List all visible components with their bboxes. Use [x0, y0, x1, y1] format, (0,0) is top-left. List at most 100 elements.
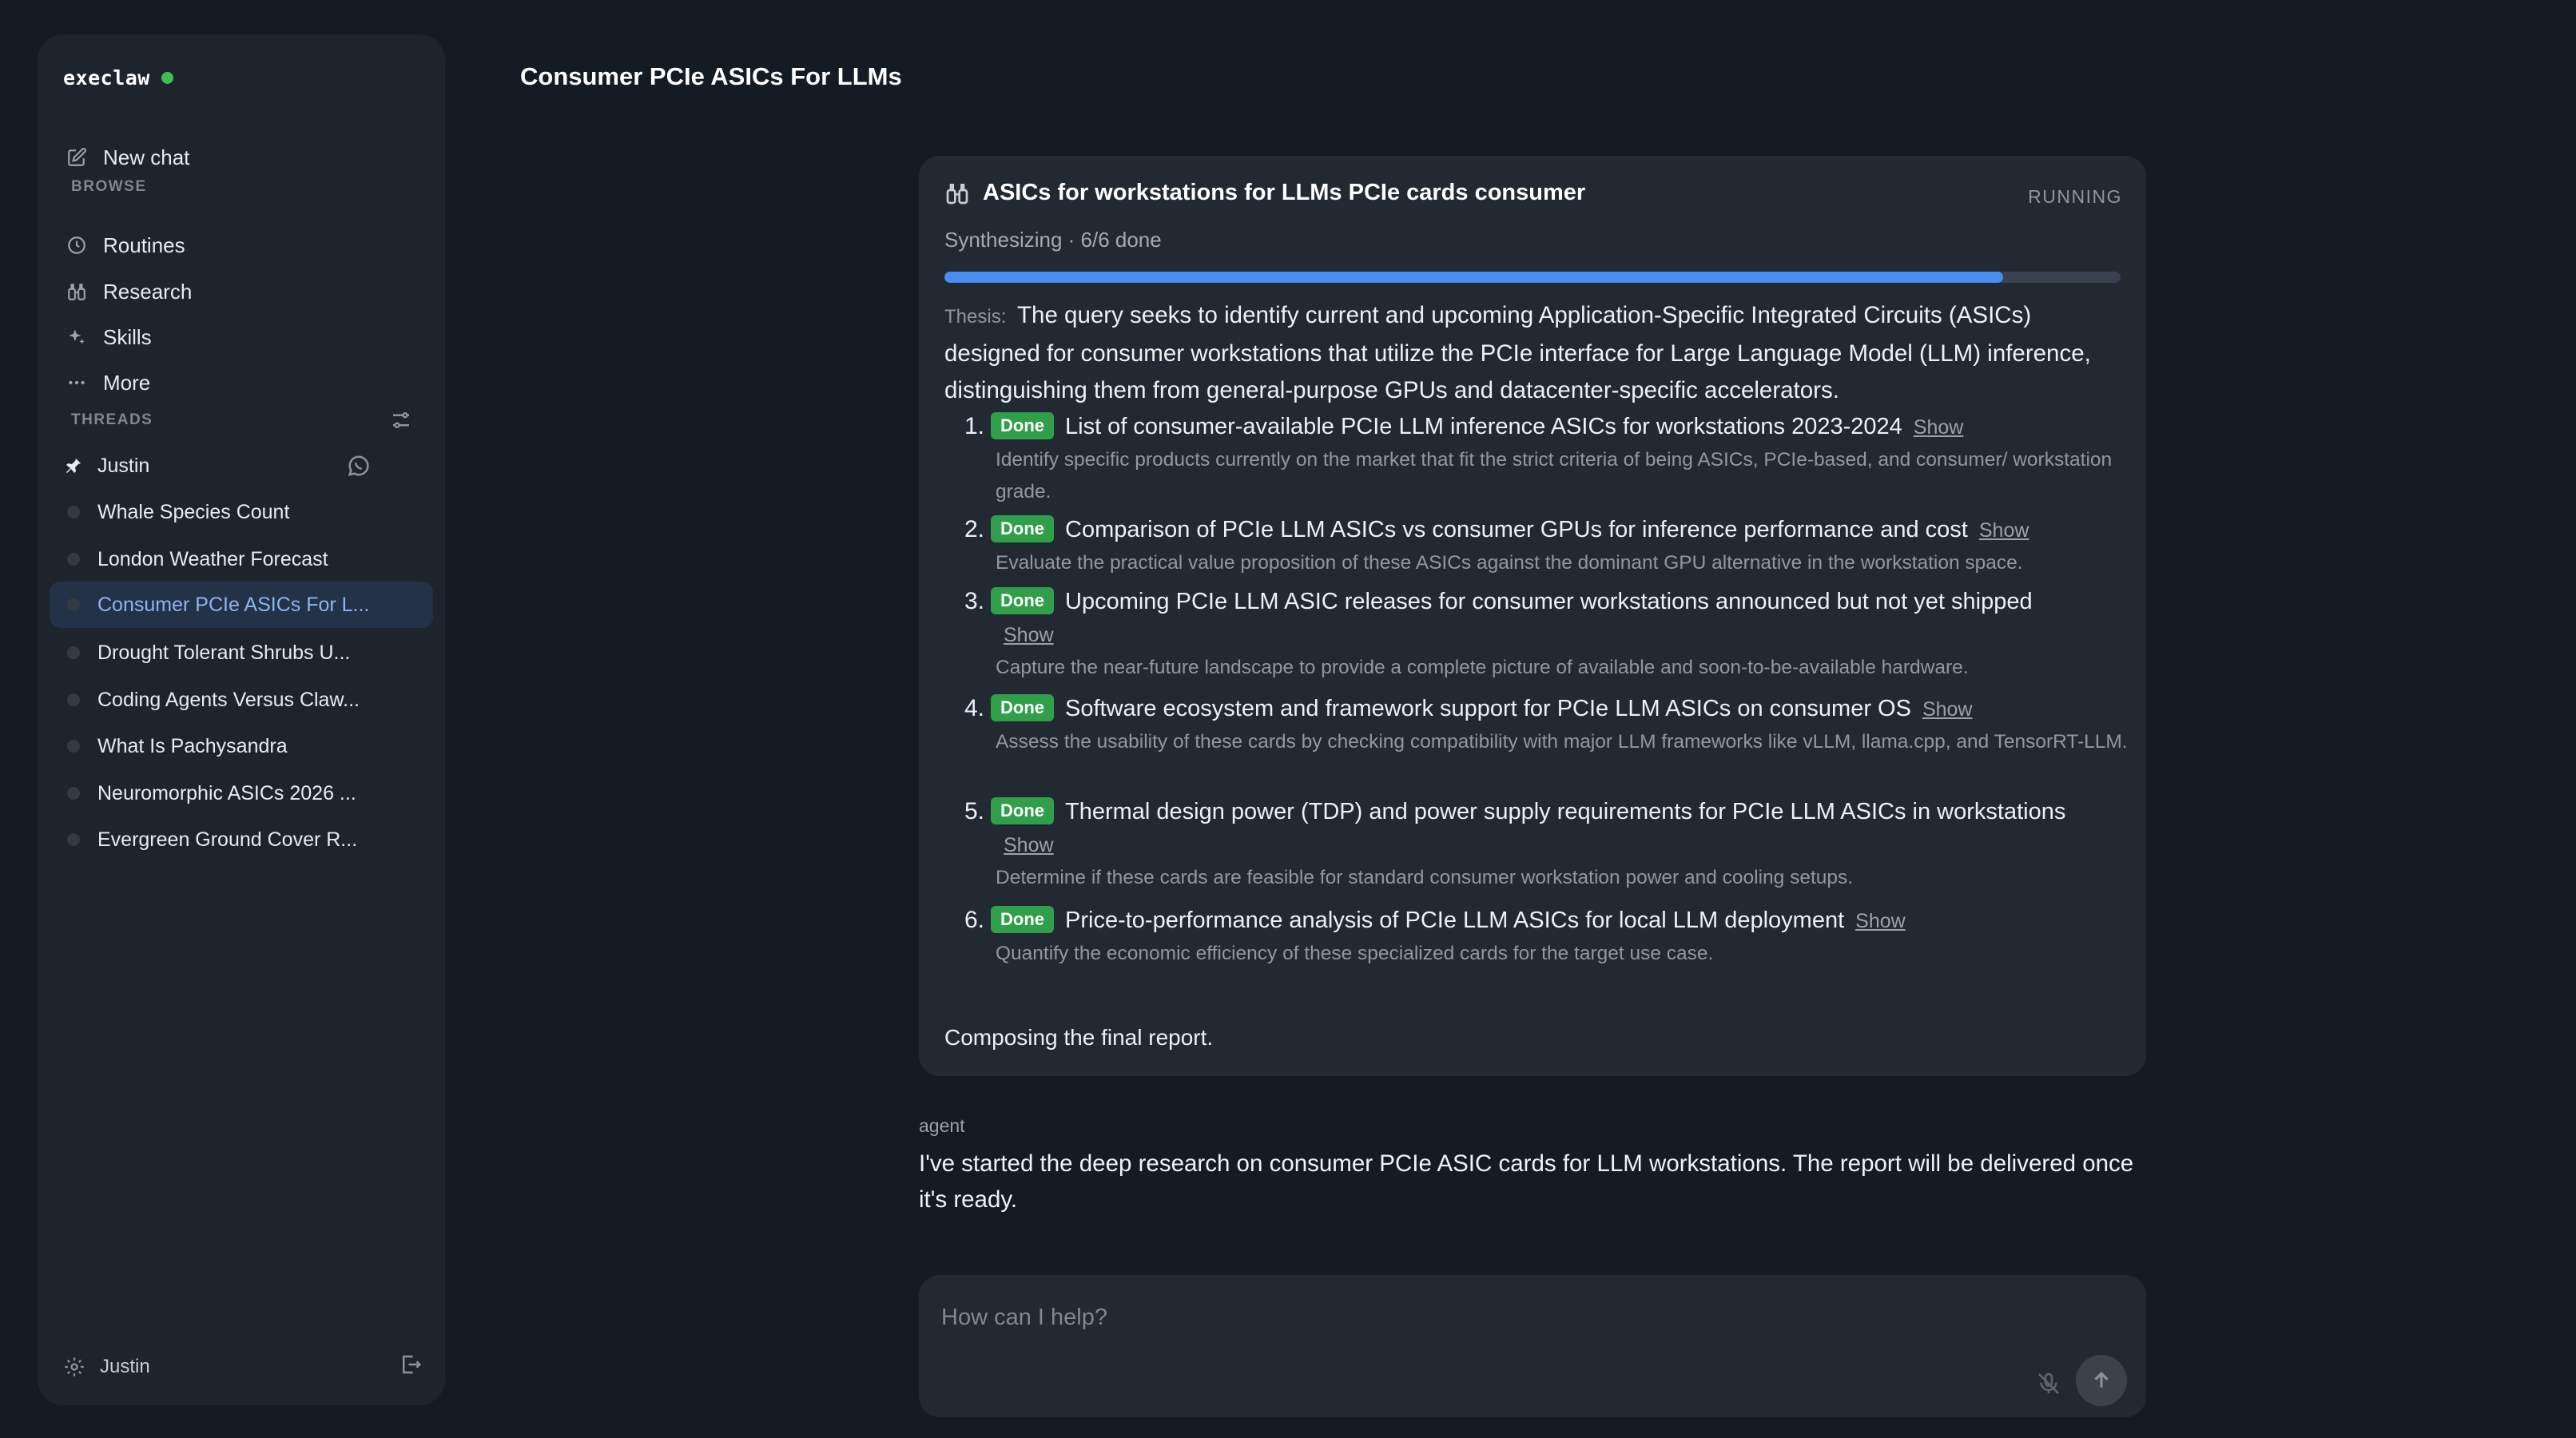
message-input[interactable] [941, 1299, 1980, 1336]
show-button[interactable]: Show [1855, 910, 1906, 932]
nav-item-research[interactable]: Research [65, 274, 192, 309]
nav-item-label: Research [103, 279, 193, 304]
step-description: Determine if these cards are feasible fo… [996, 867, 1854, 888]
research-step: 1. Done List of consumer-available PCIe L… [944, 410, 2127, 508]
step-title: Comparison of PCIe LLM ASICs vs consumer… [1065, 517, 1968, 542]
filter-settings-icon[interactable] [389, 408, 413, 432]
thread-dot [67, 553, 80, 566]
done-badge: Done [991, 587, 1054, 614]
step-number: 3. [964, 588, 984, 614]
step-title: Thermal design power (TDP) and power sup… [1065, 799, 2066, 824]
thread-label: Coding Agents Versus Claw... [97, 688, 360, 711]
online-status-dot [161, 72, 173, 84]
step-number: 5. [964, 798, 984, 824]
new-chat-button[interactable]: New chat [65, 140, 189, 175]
edit-icon [65, 145, 89, 169]
thread-item[interactable]: Drought Tolerant Shrubs U... [50, 630, 433, 676]
step-title: Software ecosystem and framework support… [1065, 696, 1911, 721]
thread-item[interactable]: Whale Species Count [50, 489, 433, 535]
research-step: 3. Done Upcoming PCIe LLM ASIC releases f… [944, 585, 2127, 684]
nav-item-label: Routines [103, 232, 185, 257]
brand[interactable]: execlaw [63, 66, 173, 89]
step-description: Capture the near-future landscape to pro… [996, 657, 1969, 678]
step-number: 2. [964, 516, 984, 542]
progress-bar [944, 272, 2121, 283]
ellipsis-icon [65, 371, 89, 395]
arrow-up-icon [2089, 1368, 2113, 1392]
step-number: 1. [964, 413, 984, 439]
browse-section-label: BROWSE [71, 178, 147, 195]
binoculars-icon [944, 181, 970, 206]
show-button[interactable]: Show [1914, 416, 1964, 439]
done-badge: Done [991, 906, 1054, 933]
page-title: Consumer PCIe ASICs For LLMs [520, 62, 902, 90]
show-button[interactable]: Show [1004, 828, 2109, 862]
thesis-label: Thesis: [944, 306, 1007, 328]
thread-item[interactable]: Justin [50, 443, 433, 489]
new-chat-label: New chat [103, 145, 190, 169]
threads-section-label: THREADS [71, 411, 153, 428]
app-window: execlaw New chat BROWSE Routines Researc… [0, 0, 2576, 1438]
thread-dot [67, 740, 80, 753]
done-badge: Done [991, 412, 1054, 439]
research-step: 5. Done Thermal design power (TDP) and po… [944, 795, 2127, 894]
thread-label: Drought Tolerant Shrubs U... [97, 641, 351, 664]
thread-dot [67, 833, 80, 846]
composing-status: Composing the final report. [944, 1025, 1214, 1050]
thesis: Thesis: The query seeks to identify curr… [944, 297, 2127, 409]
thread-dot [67, 598, 80, 611]
show-button[interactable]: Show [1004, 618, 2109, 652]
progress-text: Synthesizing · 6/6 done [944, 228, 1162, 252]
thread-item[interactable]: Coding Agents Versus Claw... [50, 677, 433, 723]
thread-dot [67, 506, 80, 518]
logout-icon[interactable] [399, 1353, 423, 1376]
status-badge: RUNNING [2028, 186, 2122, 207]
microphone-off-icon[interactable] [2036, 1371, 2061, 1396]
thread-label: What Is Pachysandra [97, 734, 288, 757]
agent-message: I've started the deep research on consum… [919, 1150, 2134, 1213]
research-step: 6. Done Price-to-performance analysis of … [944, 904, 2127, 970]
thesis-text: The query seeks to identify current and … [944, 302, 2091, 403]
thread-item[interactable]: Neuromorphic ASICs 2026 ... [50, 770, 433, 816]
research-card-header: ASICs for workstations for LLMs PCIe car… [944, 180, 1585, 206]
thread-item[interactable]: What Is Pachysandra [50, 723, 433, 769]
research-card: ASICs for workstations for LLMs PCIe car… [919, 156, 2146, 1076]
show-button[interactable]: Show [1979, 519, 2029, 542]
thread-label: Justin [97, 454, 150, 477]
thread-label: Neuromorphic ASICs 2026 ... [97, 781, 356, 804]
message-sender-label: agent [919, 1115, 965, 1136]
message-composer [919, 1275, 2146, 1417]
thread-dot [67, 787, 80, 800]
thread-item[interactable]: Evergreen Ground Cover R... [50, 816, 433, 863]
thread-item-active[interactable]: Consumer PCIe ASICs For L... [50, 582, 433, 628]
thread-label: Whale Species Count [97, 500, 290, 523]
thread-item[interactable]: London Weather Forecast [50, 536, 433, 582]
step-title: Price-to-performance analysis of PCIe LL… [1065, 908, 1845, 933]
step-number: 4. [964, 695, 984, 721]
thread-dot [67, 693, 80, 706]
thread-label: Consumer PCIe ASICs For L... [97, 593, 370, 616]
show-button[interactable]: Show [1922, 698, 1973, 721]
done-badge: Done [991, 694, 1054, 721]
thread-label: Evergreen Ground Cover R... [97, 828, 358, 851]
nav-item-more[interactable]: More [65, 365, 150, 400]
send-button[interactable] [2076, 1355, 2127, 1406]
step-description: Quantify the economic efficiency of thes… [996, 943, 1714, 964]
research-title: ASICs for workstations for LLMs PCIe car… [983, 180, 1586, 205]
step-description: Evaluate the practical value proposition… [996, 552, 2023, 574]
nav-item-routines[interactable]: Routines [65, 228, 185, 263]
nav-item-skills[interactable]: Skills [65, 320, 152, 355]
step-title: Upcoming PCIe LLM ASIC releases for cons… [1065, 589, 2033, 614]
brand-name: execlaw [63, 66, 150, 89]
step-title: List of consumer-available PCIe LLM infe… [1065, 414, 1902, 439]
nav-item-label: Skills [103, 324, 152, 349]
user-name: Justin [100, 1356, 150, 1377]
nav-item-label: More [103, 370, 151, 395]
thread-dot [67, 646, 80, 659]
user-settings-button[interactable]: Justin [63, 1356, 150, 1378]
step-description: Identify specific products currently on … [996, 449, 2113, 503]
thread-label: London Weather Forecast [97, 547, 328, 570]
chat-bubble-icon[interactable] [347, 454, 371, 478]
binoculars-icon [65, 280, 89, 304]
sidebar: execlaw New chat BROWSE Routines Researc… [38, 34, 445, 1405]
